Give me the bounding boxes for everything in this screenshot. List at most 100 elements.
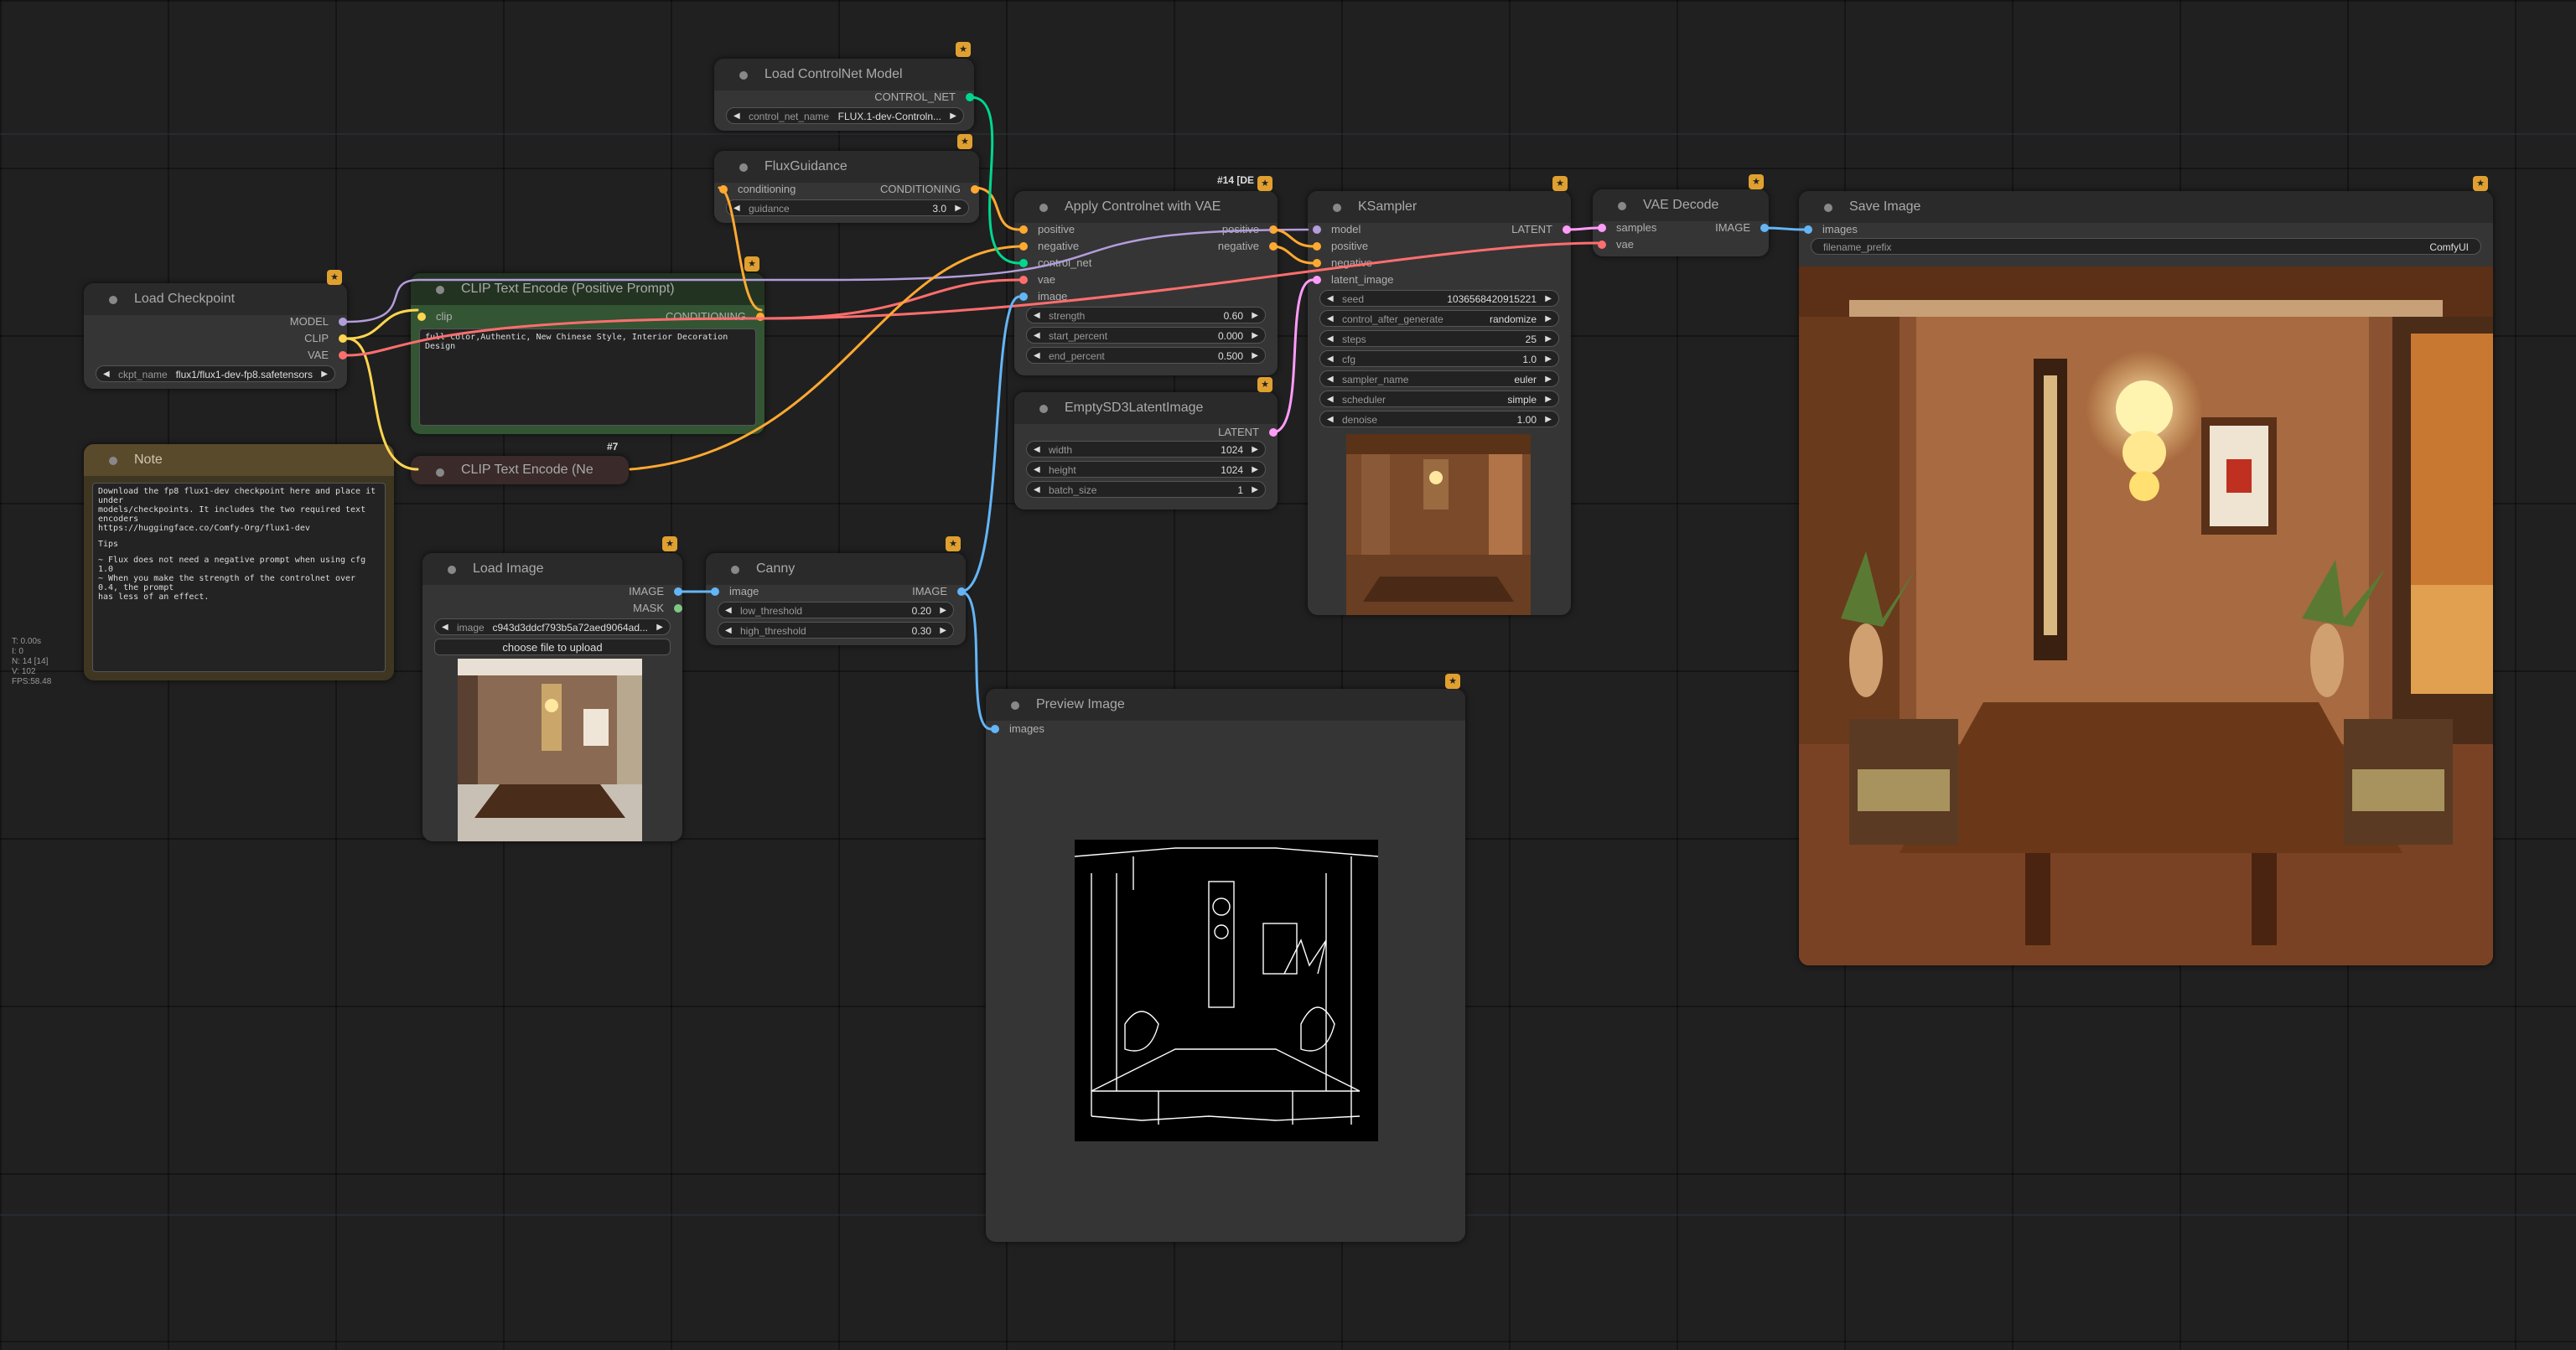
cfg-number[interactable]: ◀ cfg 1.0 ▶: [1319, 350, 1559, 367]
output-positive[interactable]: positive: [1158, 221, 1278, 238]
output-latent[interactable]: LATENT: [1452, 221, 1571, 238]
node-load-controlnet[interactable]: Load ControlNet Model CONTROL_NET ◀ cont…: [714, 59, 974, 131]
slot-dot[interactable]: [1563, 225, 1571, 234]
node-apply-controlnet[interactable]: Apply Controlnet with VAE positive negat…: [1014, 191, 1278, 375]
slot-dot[interactable]: [966, 93, 974, 101]
input-latent-image[interactable]: latent_image: [1313, 272, 1449, 288]
left-arrow-icon[interactable]: ◀: [725, 603, 732, 619]
ckpt-name-combo[interactable]: ◀ ckpt_name flux1/flux1-dev-fp8.safetens…: [96, 365, 335, 382]
end-percent-number[interactable]: ◀ end_percent 0.500 ▶: [1026, 347, 1266, 364]
sampler-name-combo[interactable]: ◀ sampler_name euler ▶: [1319, 370, 1559, 387]
input-positive[interactable]: positive: [1019, 221, 1147, 238]
link-vaedecode-to-save[interactable]: [1762, 226, 1806, 231]
slot-dot[interactable]: [1598, 241, 1606, 249]
slot-dot[interactable]: [339, 318, 347, 326]
right-arrow-icon[interactable]: ▶: [940, 623, 946, 639]
left-arrow-icon[interactable]: ◀: [1034, 462, 1040, 478]
link-clip-to-positive[interactable]: [345, 308, 419, 340]
input-positive[interactable]: positive: [1313, 238, 1440, 255]
right-arrow-icon[interactable]: ▶: [1252, 482, 1258, 499]
input-model[interactable]: model: [1313, 221, 1440, 238]
slot-dot[interactable]: [1019, 225, 1028, 234]
input-vae[interactable]: vae: [1019, 272, 1147, 288]
slot-dot[interactable]: [971, 185, 979, 194]
output-model[interactable]: MODEL: [161, 313, 347, 330]
slot-dot[interactable]: [1760, 224, 1769, 232]
slot-dot[interactable]: [1269, 242, 1278, 251]
output-control-net[interactable]: CONTROL_NET: [771, 89, 974, 106]
slot-dot[interactable]: [339, 351, 347, 359]
left-arrow-icon[interactable]: ◀: [1327, 411, 1334, 428]
right-arrow-icon[interactable]: ▶: [1545, 411, 1552, 428]
height-number[interactable]: ◀ height 1024 ▶: [1026, 461, 1266, 478]
node-canny[interactable]: Canny image IMAGE ◀ low_threshold 0.20 ▶ ◀ h…: [706, 553, 966, 645]
node-empty-sd3-latent[interactable]: EmptySD3LatentImage LATENT ◀ width 1024 ▶ ◀…: [1014, 392, 1278, 509]
slot-dot[interactable]: [1019, 259, 1028, 267]
input-control-net[interactable]: control_net: [1019, 255, 1147, 272]
left-arrow-icon[interactable]: ◀: [1034, 442, 1040, 458]
link-flux-to-apply[interactable]: [972, 186, 1021, 231]
image-combo[interactable]: ◀ image c943d3ddcf793b5a72aed9064ad... ▶: [434, 618, 671, 635]
scheduler-combo[interactable]: ◀ scheduler simple ▶: [1319, 391, 1559, 407]
left-arrow-icon[interactable]: ◀: [1327, 331, 1334, 348]
output-image[interactable]: IMAGE: [563, 583, 682, 600]
strength-number[interactable]: ◀ strength 0.60 ▶: [1026, 307, 1266, 323]
slot-dot[interactable]: [674, 587, 682, 596]
output-image[interactable]: IMAGE: [863, 583, 966, 600]
slot-dot[interactable]: [1313, 225, 1321, 234]
right-arrow-icon[interactable]: ▶: [1545, 391, 1552, 408]
slot-dot[interactable]: [1313, 276, 1321, 284]
link-apply-neg-to-ksampler[interactable]: [1271, 245, 1314, 265]
output-conditioning[interactable]: CONDITIONING: [562, 308, 765, 325]
node-flux-guidance[interactable]: FluxGuidance conditioning CONDITIONING ◀…: [714, 151, 979, 223]
left-arrow-icon[interactable]: ◀: [1327, 311, 1334, 328]
slot-dot[interactable]: [711, 587, 719, 596]
right-arrow-icon[interactable]: ▶: [1545, 291, 1552, 308]
slot-dot[interactable]: [719, 185, 728, 194]
right-arrow-icon[interactable]: ▶: [1252, 442, 1258, 458]
output-negative[interactable]: negative: [1158, 238, 1278, 255]
left-arrow-icon[interactable]: ◀: [1034, 308, 1040, 324]
slot-dot[interactable]: [1019, 292, 1028, 301]
right-arrow-icon[interactable]: ▶: [1252, 328, 1258, 344]
slot-dot[interactable]: [756, 313, 765, 321]
node-save-image[interactable]: Save Image images filename_prefix ComfyU…: [1799, 191, 2493, 965]
left-arrow-icon[interactable]: ◀: [725, 623, 732, 639]
steps-number[interactable]: ◀ steps 25 ▶: [1319, 330, 1559, 347]
left-arrow-icon[interactable]: ◀: [1327, 291, 1334, 308]
slot-dot[interactable]: [1598, 224, 1606, 232]
left-arrow-icon[interactable]: ◀: [1327, 351, 1334, 368]
slot-dot[interactable]: [1313, 259, 1321, 267]
left-arrow-icon[interactable]: ◀: [1034, 348, 1040, 365]
output-image[interactable]: IMAGE: [1675, 220, 1769, 236]
right-arrow-icon[interactable]: ▶: [656, 619, 663, 636]
link-apply-pos-to-ksampler[interactable]: [1271, 228, 1314, 248]
slot-dot[interactable]: [991, 725, 999, 733]
left-arrow-icon[interactable]: ◀: [1327, 371, 1334, 388]
batch-size-number[interactable]: ◀ batch_size 1 ▶: [1026, 481, 1266, 498]
left-arrow-icon[interactable]: ◀: [442, 619, 448, 636]
guidance-number[interactable]: ◀ guidance 3.0 ▶: [726, 199, 969, 216]
choose-file-button[interactable]: choose file to upload: [434, 639, 671, 655]
node-ksampler[interactable]: KSampler model positive negative latent_…: [1308, 191, 1571, 615]
right-arrow-icon[interactable]: ▶: [950, 108, 956, 125]
note-text[interactable]: Download the fp8 flux1-dev checkpoint he…: [92, 483, 386, 672]
node-load-image[interactable]: Load Image IMAGE MASK ◀ image c943d3ddcf79…: [422, 553, 682, 841]
output-vae[interactable]: VAE: [161, 347, 347, 364]
slot-dot[interactable]: [1269, 225, 1278, 234]
output-clip[interactable]: CLIP: [161, 330, 347, 347]
input-clip[interactable]: clip: [417, 308, 562, 325]
slot-dot[interactable]: [417, 313, 426, 321]
right-arrow-icon[interactable]: ▶: [321, 366, 328, 383]
node-load-checkpoint[interactable]: Load Checkpoint MODEL CLIP VAE ◀ ckpt_na…: [84, 283, 347, 389]
right-arrow-icon[interactable]: ▶: [1545, 351, 1552, 368]
slot-dot[interactable]: [1313, 242, 1321, 251]
width-number[interactable]: ◀ width 1024 ▶: [1026, 441, 1266, 458]
left-arrow-icon[interactable]: ◀: [733, 108, 740, 125]
node-note[interactable]: Note Download the fp8 flux1-dev checkpoi…: [84, 444, 394, 680]
right-arrow-icon[interactable]: ▶: [1545, 331, 1552, 348]
control-after-generate-combo[interactable]: ◀ control_after_generate randomize ▶: [1319, 310, 1559, 327]
input-negative[interactable]: negative: [1019, 238, 1147, 255]
link-latent-to-ksampler[interactable]: [1271, 278, 1314, 434]
node-clip-text-encode-positive[interactable]: CLIP Text Encode (Positive Prompt) clip …: [411, 273, 765, 434]
